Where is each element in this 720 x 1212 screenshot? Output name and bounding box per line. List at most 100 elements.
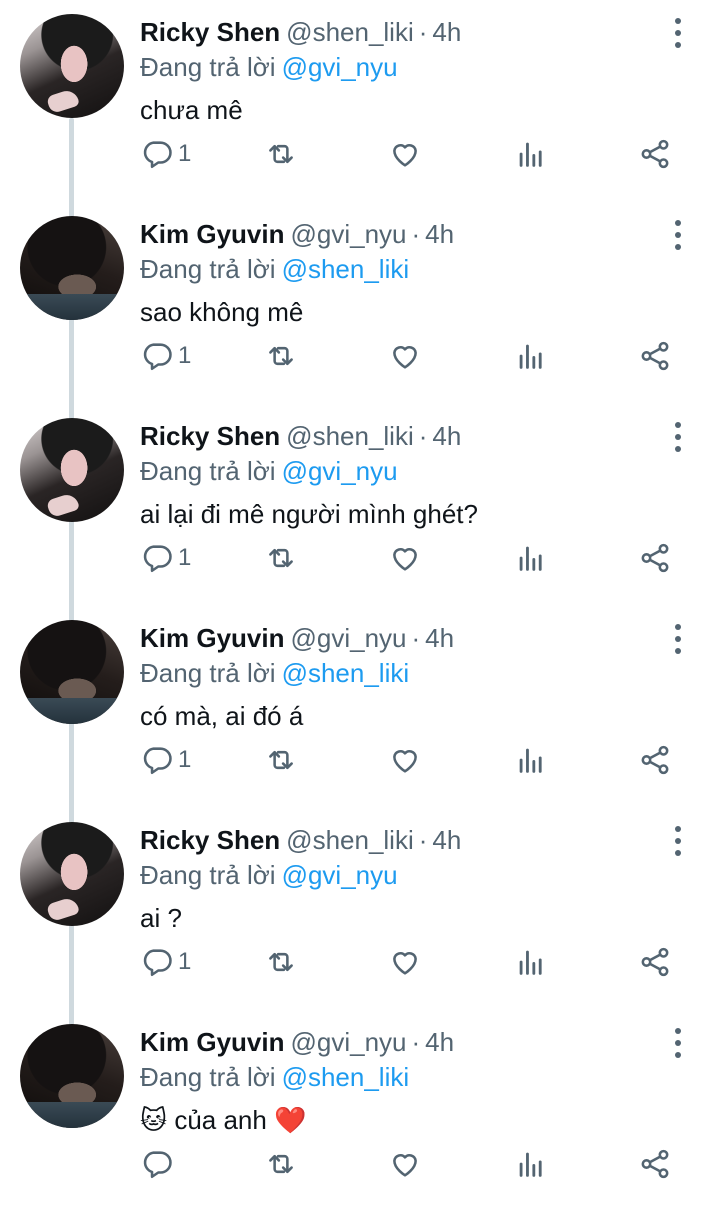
tweet[interactable]: Kim Gyuvin @gvi_nyu · 4h Đang trả lời @shen_… bbox=[0, 606, 720, 808]
more-vertical-icon[interactable] bbox=[666, 18, 690, 48]
avatar[interactable] bbox=[20, 14, 124, 118]
replying-to-label: Đang trả lời bbox=[140, 254, 276, 284]
timestamp[interactable]: 4h bbox=[425, 219, 454, 249]
retweet-icon bbox=[269, 1154, 293, 1174]
user-handle[interactable]: @gvi_nyu bbox=[290, 623, 406, 653]
tweet-text: có mà, ai đó á bbox=[140, 701, 304, 731]
share-icon bbox=[641, 341, 669, 371]
views-icon bbox=[519, 142, 542, 167]
views-button[interactable] bbox=[514, 1144, 548, 1184]
retweet-button[interactable] bbox=[264, 740, 298, 780]
retweet-button[interactable] bbox=[264, 1144, 298, 1184]
mention-link[interactable]: @gvi_nyu bbox=[282, 52, 398, 82]
retweet-button[interactable] bbox=[264, 336, 298, 376]
like-icon bbox=[393, 750, 417, 773]
reply-icon bbox=[143, 747, 172, 775]
reply-button[interactable]: 1 bbox=[140, 740, 191, 780]
retweet-button[interactable] bbox=[264, 134, 298, 174]
replying-to: Đang trả lời @shen_liki bbox=[140, 1061, 409, 1093]
retweet-icon bbox=[269, 548, 293, 568]
timestamp[interactable]: 4h bbox=[432, 825, 461, 855]
more-vertical-icon[interactable] bbox=[666, 826, 690, 856]
tweet-text: 🐱 của anh ❤️ bbox=[140, 1105, 307, 1135]
avatar[interactable] bbox=[20, 1024, 124, 1128]
retweet-button[interactable] bbox=[264, 942, 298, 982]
share-icon bbox=[641, 947, 669, 977]
like-button[interactable] bbox=[388, 942, 422, 982]
avatar-hand bbox=[45, 895, 81, 923]
user-handle[interactable]: @gvi_nyu bbox=[290, 1027, 406, 1057]
display-name[interactable]: Kim Gyuvin bbox=[140, 219, 284, 249]
tweet[interactable]: Ricky Shen @shen_liki · 4h Đang trả lời @gvi… bbox=[0, 404, 720, 606]
like-button[interactable] bbox=[388, 538, 422, 578]
like-button[interactable] bbox=[388, 1144, 422, 1184]
user-handle[interactable]: @shen_liki bbox=[286, 421, 414, 451]
reply-count: 1 bbox=[178, 140, 192, 167]
views-button[interactable] bbox=[514, 134, 548, 174]
user-handle[interactable]: @shen_liki bbox=[286, 17, 414, 47]
more-vertical-icon[interactable] bbox=[666, 422, 690, 452]
reply-button[interactable]: 1 bbox=[140, 336, 191, 376]
avatar[interactable] bbox=[20, 418, 124, 522]
reply-button[interactable]: 1 bbox=[140, 538, 191, 578]
views-button[interactable] bbox=[514, 336, 548, 376]
tweet[interactable]: Ricky Shen @shen_liki · 4h Đang trả lời @gvi… bbox=[0, 0, 720, 202]
display-name[interactable]: Kim Gyuvin bbox=[140, 1027, 284, 1057]
tweet[interactable]: Ricky Shen @shen_liki · 4h Đang trả lời @gvi… bbox=[0, 808, 720, 1010]
more-vertical-icon[interactable] bbox=[666, 1028, 690, 1058]
reply-count: 1 bbox=[178, 746, 192, 773]
share-button[interactable] bbox=[638, 134, 672, 174]
avatar[interactable] bbox=[20, 822, 124, 926]
display-name[interactable]: Kim Gyuvin bbox=[140, 623, 284, 653]
like-icon bbox=[393, 548, 417, 571]
tweet-header: Ricky Shen @shen_liki · 4h bbox=[140, 16, 461, 48]
mention-link[interactable]: @shen_liki bbox=[282, 1062, 410, 1092]
timestamp[interactable]: 4h bbox=[432, 17, 461, 47]
separator-dot: · bbox=[411, 219, 421, 249]
more-vertical-icon[interactable] bbox=[666, 220, 690, 250]
share-button[interactable] bbox=[638, 740, 672, 780]
share-button[interactable] bbox=[638, 538, 672, 578]
replying-to-label: Đang trả lời bbox=[140, 456, 276, 486]
share-button[interactable] bbox=[638, 942, 672, 982]
reply-button[interactable] bbox=[140, 1144, 178, 1184]
more-vertical-icon[interactable] bbox=[666, 624, 690, 654]
user-handle[interactable]: @gvi_nyu bbox=[290, 219, 406, 249]
display-name[interactable]: Ricky Shen bbox=[140, 825, 280, 855]
reply-button[interactable]: 1 bbox=[140, 134, 191, 174]
separator-dot: · bbox=[418, 825, 428, 855]
timestamp[interactable]: 4h bbox=[425, 1027, 454, 1057]
tweet-actions: 1 bbox=[0, 538, 720, 578]
reply-button[interactable]: 1 bbox=[140, 942, 191, 982]
mention-link[interactable]: @gvi_nyu bbox=[282, 860, 398, 890]
tweet[interactable]: Kim Gyuvin @gvi_nyu · 4h Đang trả lời @shen_… bbox=[0, 202, 720, 404]
share-button[interactable] bbox=[638, 1144, 672, 1184]
avatar-blanket bbox=[20, 1102, 124, 1128]
user-handle[interactable]: @shen_liki bbox=[286, 825, 414, 855]
avatar[interactable] bbox=[20, 216, 124, 320]
mention-link[interactable]: @gvi_nyu bbox=[282, 456, 398, 486]
replying-to: Đang trả lời @gvi_nyu bbox=[140, 455, 398, 487]
retweet-button[interactable] bbox=[264, 538, 298, 578]
mention-link[interactable]: @shen_liki bbox=[282, 254, 410, 284]
views-button[interactable] bbox=[514, 740, 548, 780]
like-button[interactable] bbox=[388, 336, 422, 376]
views-icon bbox=[519, 748, 542, 773]
views-icon bbox=[519, 546, 542, 571]
like-button[interactable] bbox=[388, 134, 422, 174]
views-button[interactable] bbox=[514, 538, 548, 578]
avatar-hand bbox=[45, 491, 81, 519]
timestamp[interactable]: 4h bbox=[425, 623, 454, 653]
tweet-header: Kim Gyuvin @gvi_nyu · 4h bbox=[140, 622, 454, 654]
display-name[interactable]: Ricky Shen bbox=[140, 17, 280, 47]
mention-link[interactable]: @shen_liki bbox=[282, 658, 410, 688]
retweet-icon bbox=[269, 750, 293, 770]
timestamp[interactable]: 4h bbox=[432, 421, 461, 451]
like-button[interactable] bbox=[388, 740, 422, 780]
avatar[interactable] bbox=[20, 620, 124, 724]
views-button[interactable] bbox=[514, 942, 548, 982]
display-name[interactable]: Ricky Shen bbox=[140, 421, 280, 451]
tweet[interactable]: Kim Gyuvin @gvi_nyu · 4h Đang trả lời @shen_… bbox=[0, 1010, 720, 1212]
share-button[interactable] bbox=[638, 336, 672, 376]
avatar-blanket bbox=[20, 698, 124, 724]
